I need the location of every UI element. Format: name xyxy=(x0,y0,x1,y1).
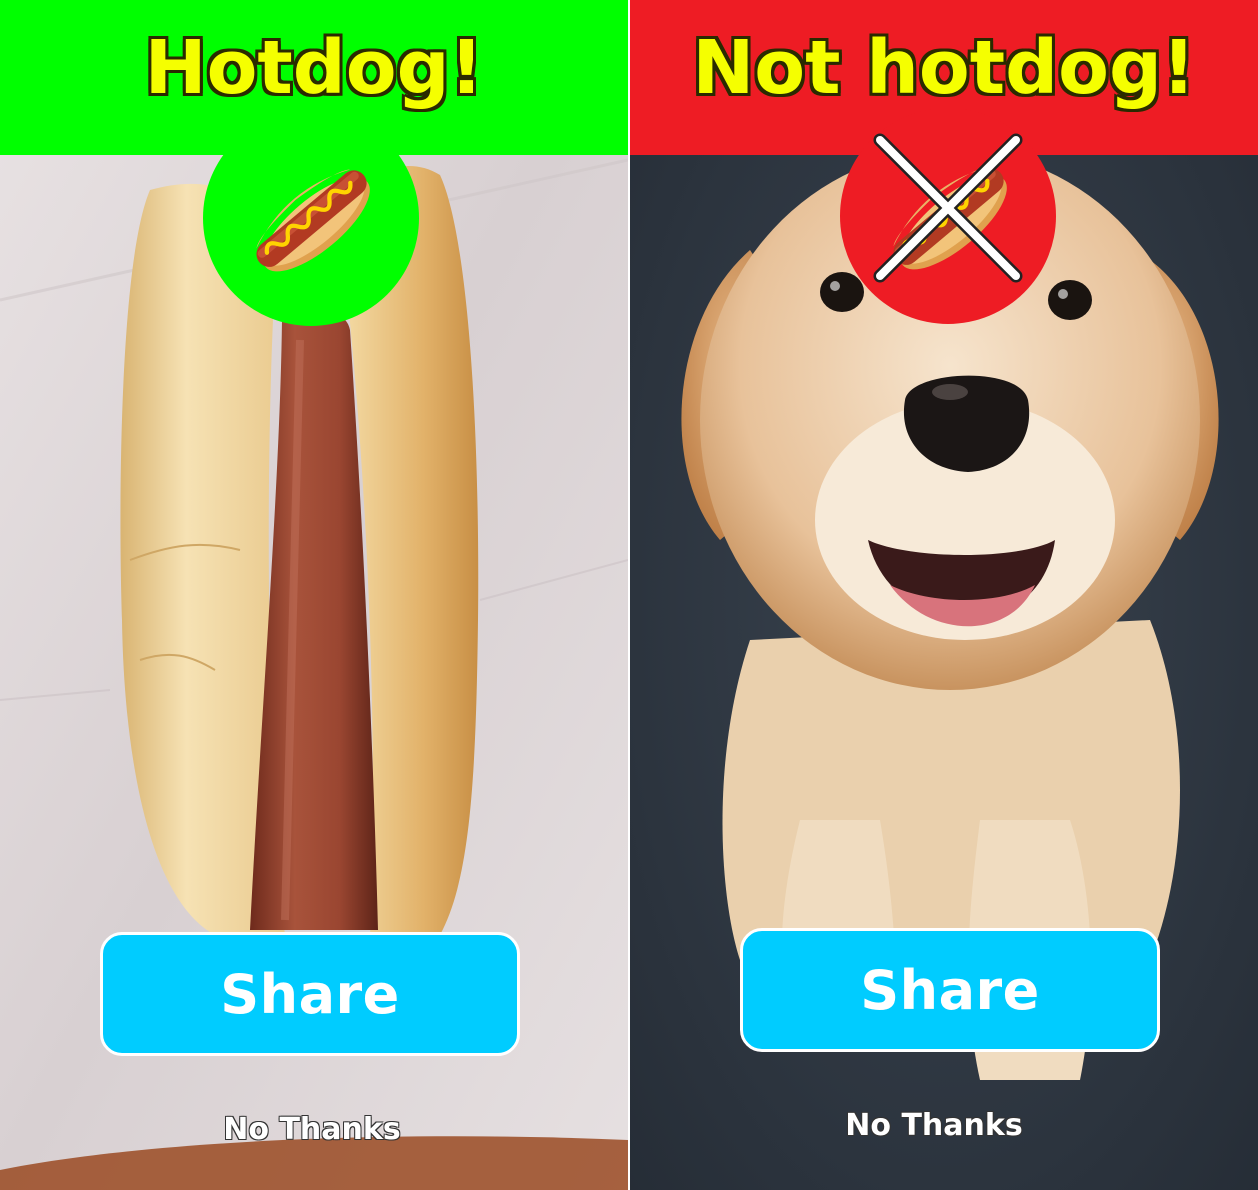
not-hotdog-result-panel: Not hotdog! Share No Thanks xyxy=(630,0,1258,1190)
result-title: Not hotdog! xyxy=(692,24,1196,111)
no-thanks-link[interactable]: No Thanks xyxy=(0,1112,626,1147)
result-title: Hotdog! xyxy=(144,24,484,111)
share-button-label: Share xyxy=(220,962,400,1026)
share-button[interactable]: Share xyxy=(100,932,520,1056)
share-button-label: Share xyxy=(860,958,1040,1022)
share-button[interactable]: Share xyxy=(740,928,1160,1052)
hotdog-result-panel: Hotdog! Share No Thanks xyxy=(0,0,628,1190)
hotdog-icon xyxy=(203,110,419,326)
no-thanks-link[interactable]: No Thanks xyxy=(630,1108,1248,1143)
crossed-hotdog-icon xyxy=(840,108,1056,324)
hotdog-comparison-screen: Hotdog! Share No Thanks Not hotdog! Shar… xyxy=(0,0,1258,1190)
